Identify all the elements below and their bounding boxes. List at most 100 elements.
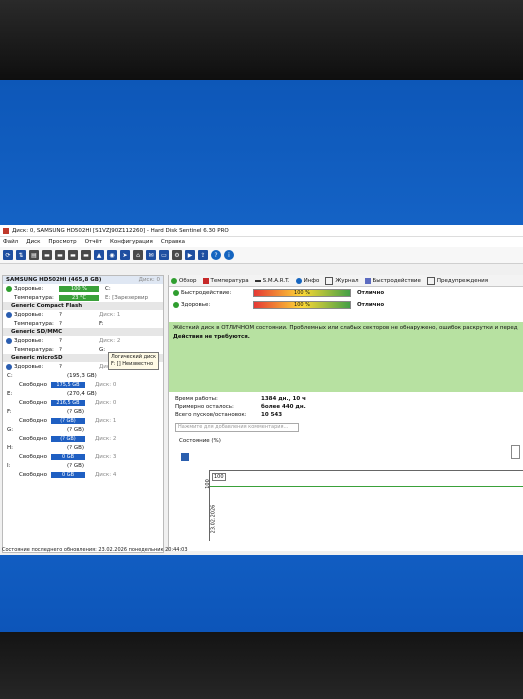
menu-disk[interactable]: Диск: [26, 239, 40, 245]
volume-free-row[interactable]: Свободно 0 GB Диск: 4: [3, 470, 163, 479]
graph-label: Состояние (%): [179, 438, 221, 444]
tab-overview[interactable]: Обзор: [171, 277, 197, 284]
device-temp-row[interactable]: Температура: ? F:: [3, 319, 163, 328]
temp-value: ?: [59, 320, 62, 327]
tab-label: Предупреждения: [436, 277, 489, 284]
disk-number: Диск: 2: [95, 435, 117, 442]
status-message: Жёсткий диск в ОТЛИЧНОМ состоянии. Пробл…: [173, 325, 518, 331]
test-icon[interactable]: ▬: [42, 250, 52, 260]
comment-field[interactable]: Нажмите для добавления комментария...: [175, 423, 299, 432]
stats-block: Время работы: 1384 дн., 10 ч Примерно ост…: [175, 396, 306, 420]
save-icon[interactable]: [181, 453, 189, 461]
volume-free-row[interactable]: Свободно 175,5 GB Диск: 0: [3, 380, 163, 389]
volume-free-row[interactable]: Свободно (? GB) Диск: 1: [3, 416, 163, 425]
tooltip: Логический диск F: [] Неизвестно: [108, 352, 160, 370]
performance-bar: 100 %: [253, 289, 351, 297]
ok-icon: [173, 302, 179, 308]
volume-size: (? GB): [67, 426, 84, 433]
disk-tool-icon[interactable]: ▬: [68, 250, 78, 260]
tab-label: Обзор: [179, 277, 197, 284]
window-title: Диск: 0, SAMSUNG HD502HI [S1VZJ90Z112260…: [12, 227, 229, 234]
alert-icon[interactable]: ▲: [94, 250, 104, 260]
disk-name: SAMSUNG HD502HI (465,8 GB): [6, 277, 102, 283]
disk-number: Диск: 1: [99, 311, 121, 318]
device-header[interactable]: Generic Compact Flash: [3, 302, 163, 310]
stat-row: Всего пусков/остановок: 10 543: [175, 412, 306, 420]
tab-log[interactable]: Журнал: [325, 276, 359, 285]
camera-icon[interactable]: ◉: [107, 250, 117, 260]
disk-number: Диск: 2: [99, 337, 121, 344]
stat-key: Время работы:: [175, 396, 218, 402]
monitor-bezel-bottom: [0, 632, 523, 699]
volume-row[interactable]: I: (? GB): [3, 461, 163, 470]
disk-number: Диск: 1: [95, 417, 117, 424]
network-icon[interactable]: ⌂: [133, 250, 143, 260]
volume-letter: G:: [7, 426, 14, 433]
volume-letter: C:: [7, 372, 13, 379]
disk-temp-row[interactable]: Температура: 23 °C E: [Зарезервир: [3, 293, 163, 302]
volume-row[interactable]: H: (? GB): [3, 443, 163, 452]
alerts-icon: [426, 276, 435, 285]
device-header[interactable]: Generic SD/MMC: [3, 328, 163, 336]
free-bar: (? GB): [51, 417, 85, 424]
volume-row[interactable]: C: (195,3 GB): [3, 371, 163, 380]
disk-header[interactable]: SAMSUNG HD502HI (465,8 GB) Диск: 0: [3, 276, 163, 284]
info-icon[interactable]: i: [224, 250, 234, 260]
device-health-row[interactable]: Здоровье: ? Диск: 1: [3, 310, 163, 319]
tab-label: Температура: [210, 277, 249, 284]
health-row: Здоровье: 100 % Отлично: [169, 299, 523, 311]
monitor-bezel-top: [0, 0, 523, 85]
volume-row[interactable]: F: (? GB): [3, 407, 163, 416]
free-bar: 216,5 GB: [51, 399, 85, 406]
monitor-icon[interactable]: ▭: [159, 250, 169, 260]
tab-label: Инфо: [303, 277, 320, 284]
tab-info[interactable]: Инфо: [295, 277, 320, 284]
scroll-button[interactable]: [511, 445, 520, 459]
sync-icon[interactable]: ⇅: [16, 250, 26, 260]
action-message: Действия не требуются.: [173, 334, 250, 340]
disk-tool2-icon[interactable]: ▬: [81, 250, 91, 260]
volume-free-row[interactable]: Свободно (? GB) Диск: 2: [3, 434, 163, 443]
menu-report[interactable]: Отчёт: [85, 239, 102, 245]
free-label: Свободно: [19, 453, 47, 460]
disk-number: Диск: 0: [138, 277, 160, 283]
menu-view[interactable]: Просмотр: [48, 239, 76, 245]
stat-row: Время работы: 1384 дн., 10 ч: [175, 396, 306, 404]
volume-row[interactable]: E: (270,4 GB): [3, 389, 163, 398]
forward-icon[interactable]: ➤: [120, 250, 130, 260]
disk-number: Диск: 4: [95, 471, 117, 478]
disk-health-row[interactable]: Здоровье: 100 % C:: [3, 284, 163, 293]
volume-letter: I:: [7, 462, 11, 469]
stat-key: Всего пусков/остановок:: [175, 412, 247, 418]
help-icon[interactable]: ?: [211, 250, 221, 260]
device-health-row[interactable]: Здоровье: ? Диск: 2: [3, 336, 163, 345]
stat-row: Примерно осталось: более 440 дн.: [175, 404, 306, 412]
free-label: Свободно: [19, 399, 47, 406]
play-icon[interactable]: ▶: [185, 250, 195, 260]
health-rating: Отлично: [357, 302, 385, 308]
app-window: Диск: 0, SAMSUNG HD502HI [S1VZJ90Z112260…: [0, 225, 523, 555]
disk-number: Диск: 0: [95, 399, 117, 406]
settings-icon[interactable]: ⚙: [172, 250, 182, 260]
title-bar: Диск: 0, SAMSUNG HD502HI [S1VZJ90Z112260…: [0, 225, 523, 237]
menu-file[interactable]: Файл: [3, 239, 18, 245]
tab-temperature[interactable]: Температура: [202, 277, 249, 284]
tab-alerts[interactable]: Предупреждения: [426, 276, 489, 285]
volume-free-row[interactable]: Свободно 0 GB Диск: 3: [3, 452, 163, 461]
menu-config[interactable]: Конфигурация: [110, 239, 153, 245]
report-icon[interactable]: ▤: [29, 250, 39, 260]
tab-performance[interactable]: Быстродействие: [364, 277, 421, 284]
health-label: Здоровье:: [14, 285, 44, 292]
health-label: Здоровье:: [14, 363, 44, 370]
volume-size: (? GB): [67, 408, 84, 415]
export-icon[interactable]: ⇪: [198, 250, 208, 260]
tab-smart[interactable]: S.M.A.R.T.: [254, 278, 290, 284]
tooltip-line: F: [] Неизвестно: [111, 361, 154, 367]
volume-free-row[interactable]: Свободно 216,5 GB Диск: 0: [3, 398, 163, 407]
surface-test-icon[interactable]: ▬: [55, 250, 65, 260]
refresh-icon[interactable]: ⟳: [3, 250, 13, 260]
email-icon[interactable]: ✉: [146, 250, 156, 260]
volume-row[interactable]: G: (? GB): [3, 425, 163, 434]
menu-help[interactable]: Справка: [161, 239, 185, 245]
free-bar: 0 GB: [51, 471, 85, 478]
